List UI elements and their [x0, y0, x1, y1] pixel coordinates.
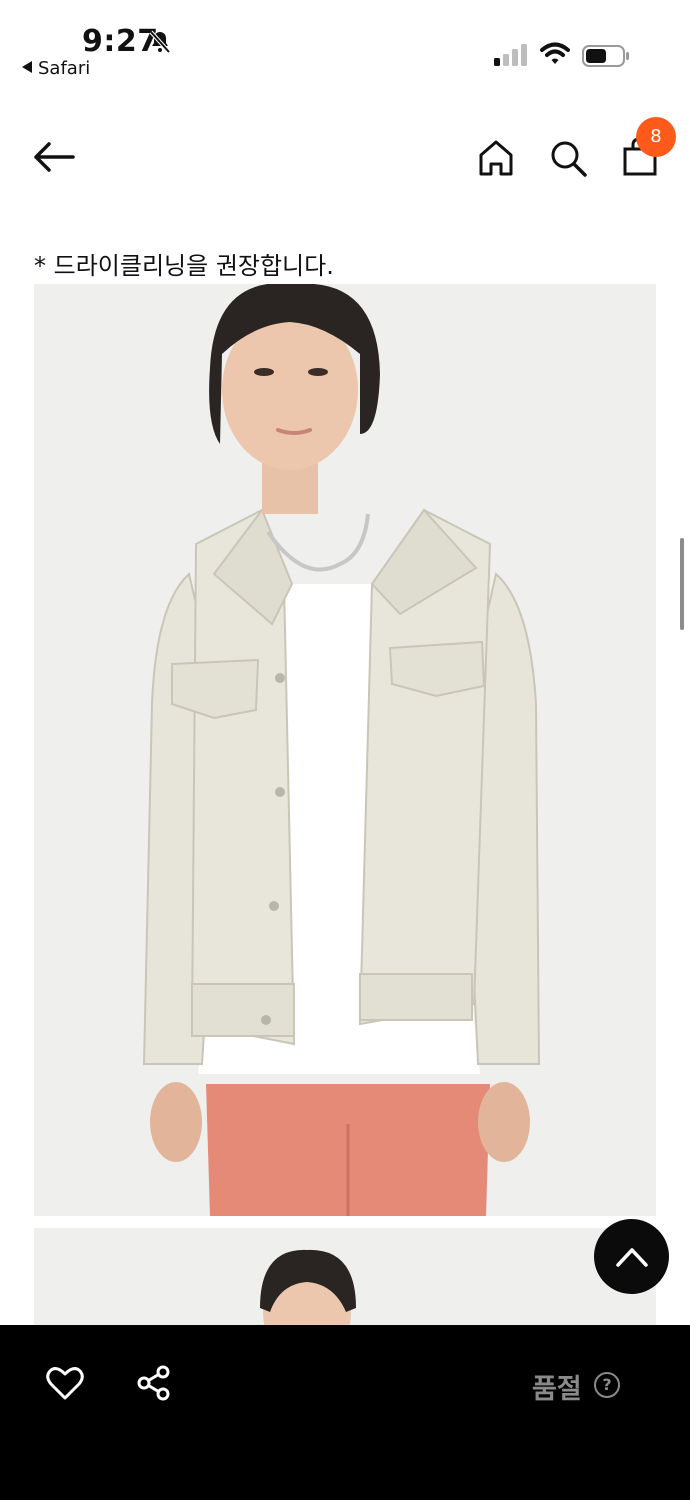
bottom-action-bar: 품절 ?	[0, 1325, 690, 1500]
top-nav	[0, 110, 690, 210]
back-to-safari[interactable]: Safari	[22, 58, 90, 79]
search-icon[interactable]	[548, 138, 588, 182]
arrow-left-icon[interactable]	[32, 140, 76, 178]
cellular-signal-icon	[494, 44, 530, 70]
product-photo-second	[34, 1228, 656, 1325]
product-photo	[34, 284, 656, 1216]
status-bar: 9:27 Safari	[0, 0, 690, 90]
wifi-icon	[540, 42, 570, 70]
heart-icon[interactable]	[46, 1365, 84, 1405]
bell-slash-icon	[148, 30, 172, 58]
back-triangle-icon	[22, 61, 32, 73]
care-instruction-text: * 드라이클리닝을 권장합니다.	[34, 252, 334, 280]
chevron-up-icon	[616, 1248, 648, 1267]
page-scrollbar[interactable]	[680, 538, 684, 630]
battery-icon	[582, 44, 630, 72]
share-icon[interactable]	[136, 1365, 172, 1405]
home-icon[interactable]	[476, 138, 516, 182]
back-app-label: Safari	[38, 58, 91, 79]
cart-count-badge: 8	[636, 117, 676, 157]
scroll-to-top-button[interactable]	[594, 1219, 669, 1294]
help-icon[interactable]: ?	[594, 1372, 620, 1398]
sold-out-label: 품절	[532, 1374, 582, 1405]
